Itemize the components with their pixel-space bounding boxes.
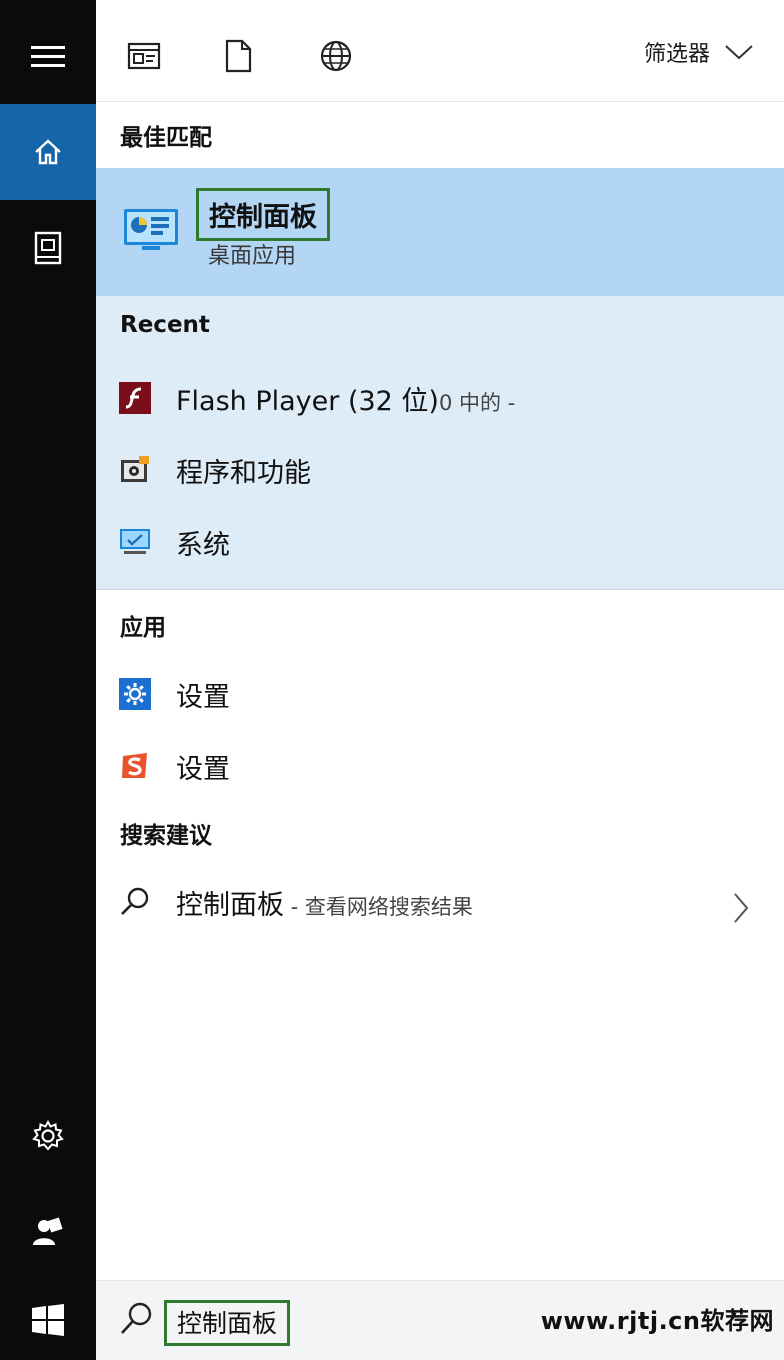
- recent-item-system[interactable]: 系统: [96, 512, 784, 572]
- search-results-panel: 筛选器 最佳匹配 控制面板 桌面应用 Recent Flash Player (…: [96, 0, 784, 1360]
- suggestion-label: 控制面板 - 查看网络搜索结果: [176, 889, 473, 921]
- suggestions-heading: 搜索建议: [120, 823, 212, 849]
- app-item-settings[interactable]: 设置: [96, 664, 784, 724]
- scope-toolbar: 筛选器: [96, 0, 784, 102]
- search-icon: [121, 1302, 152, 1334]
- app-item-label: 设置: [176, 681, 230, 713]
- app-item-sogou-settings[interactable]: 设置: [96, 736, 784, 796]
- best-match-result[interactable]: 控制面板 桌面应用: [96, 168, 784, 296]
- chevron-right-icon[interactable]: [732, 892, 750, 924]
- best-match-heading: 最佳匹配: [120, 125, 212, 151]
- user-rail-button[interactable]: [0, 1184, 96, 1280]
- search-bar[interactable]: 控制面板 www.rjtj.cn软荐网: [96, 1280, 784, 1360]
- document-icon: [34, 231, 62, 265]
- chevron-down-icon: [725, 45, 753, 60]
- apps-heading: 应用: [120, 615, 166, 641]
- sogou-s-icon: [118, 749, 152, 783]
- web-scope-button[interactable]: [318, 38, 354, 74]
- hamburger-menu-button[interactable]: [0, 8, 96, 104]
- recent-item-label: Flash Player (32 位)0 中的 -: [176, 385, 516, 417]
- recent-item-flash[interactable]: Flash Player (32 位)0 中的 -: [96, 368, 784, 428]
- recent-item-programs[interactable]: 程序和功能: [96, 440, 784, 500]
- gear-icon: [32, 1119, 64, 1151]
- recent-item-label: 程序和功能: [176, 457, 311, 489]
- hamburger-icon: [31, 46, 65, 67]
- user-icon: [33, 1217, 63, 1245]
- programs-icon: [118, 453, 152, 487]
- best-match-title: 控制面板: [196, 188, 330, 241]
- documents-scope-button[interactable]: [220, 38, 256, 74]
- home-button[interactable]: [0, 104, 96, 200]
- suggestion-suffix: - 查看网络搜索结果: [284, 894, 473, 919]
- app-item-label: 设置: [176, 753, 230, 785]
- documents-rail-button[interactable]: [0, 200, 96, 296]
- filter-dropdown[interactable]: 筛选器: [644, 36, 754, 68]
- windows-logo-icon: [32, 1304, 64, 1336]
- settings-rail-button[interactable]: [0, 1088, 96, 1184]
- flash-icon: [118, 381, 152, 415]
- settings-gear-icon: [118, 677, 152, 711]
- recent-heading: Recent: [120, 312, 210, 338]
- best-match-subtitle: 桌面应用: [208, 244, 297, 269]
- apps-icon: [127, 42, 161, 70]
- web-icon: [320, 40, 352, 72]
- recent-item-suffix: 0 中的 -: [438, 390, 516, 415]
- documents-icon: [225, 39, 252, 73]
- start-button[interactable]: [0, 1272, 96, 1360]
- system-monitor-icon: [118, 525, 152, 559]
- apps-scope-button[interactable]: [126, 38, 162, 74]
- home-icon: [35, 139, 61, 165]
- suggestion-item-web-search[interactable]: 控制面板 - 查看网络搜索结果: [96, 872, 784, 932]
- watermark-text: www.rjtj.cn软荐网: [540, 1307, 774, 1335]
- search-icon: [118, 885, 152, 919]
- control-panel-icon: [124, 209, 178, 250]
- filter-label: 筛选器: [643, 42, 710, 67]
- start-rail: [0, 0, 96, 1360]
- recent-item-label: 系统: [176, 529, 230, 561]
- search-input[interactable]: 控制面板: [164, 1300, 291, 1346]
